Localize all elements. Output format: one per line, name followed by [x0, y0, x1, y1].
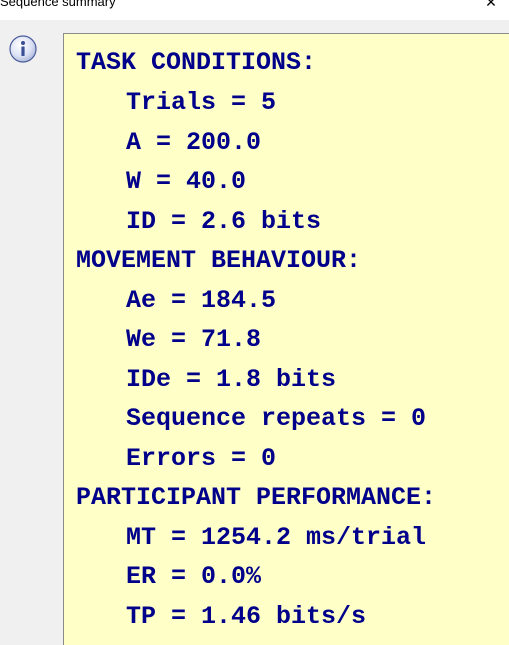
effective-amplitude-value: Ae = 184.5	[126, 286, 277, 315]
movement-time-value: MT = 1254.2 ms/trial	[126, 523, 427, 552]
amplitude-value: A = 200.0	[126, 128, 262, 157]
info-icon	[9, 35, 37, 63]
task-conditions-heading: TASK CONDITIONS:	[76, 48, 317, 77]
index-of-difficulty-value: ID = 2.6 bits	[126, 207, 322, 236]
sequence-repeats-value: Sequence repeats = 0	[126, 404, 427, 433]
effective-id-value: IDe = 1.8 bits	[126, 365, 337, 394]
sequence-summary-dialog: Sequence summary ✕ TASK CONDITIONS: Tria…	[0, 0, 509, 645]
window-title: Sequence summary	[0, 0, 116, 9]
participant-performance-heading: PARTICIPANT PERFORMANCE:	[76, 483, 437, 512]
title-bar: Sequence summary ✕	[0, 0, 509, 20]
movement-behaviour-heading: MOVEMENT BEHAVIOUR:	[76, 246, 362, 275]
width-value: W = 40.0	[126, 167, 247, 196]
close-button[interactable]: ✕	[483, 0, 499, 11]
errors-value: Errors = 0	[126, 444, 277, 473]
error-rate-value: ER = 0.0%	[126, 562, 262, 591]
trials-value: Trials = 5	[126, 88, 277, 117]
throughput-value: TP = 1.46 bits/s	[126, 602, 367, 631]
summary-panel: TASK CONDITIONS: Trials = 5 A = 200.0 W …	[63, 33, 509, 645]
effective-width-value: We = 71.8	[126, 325, 262, 354]
